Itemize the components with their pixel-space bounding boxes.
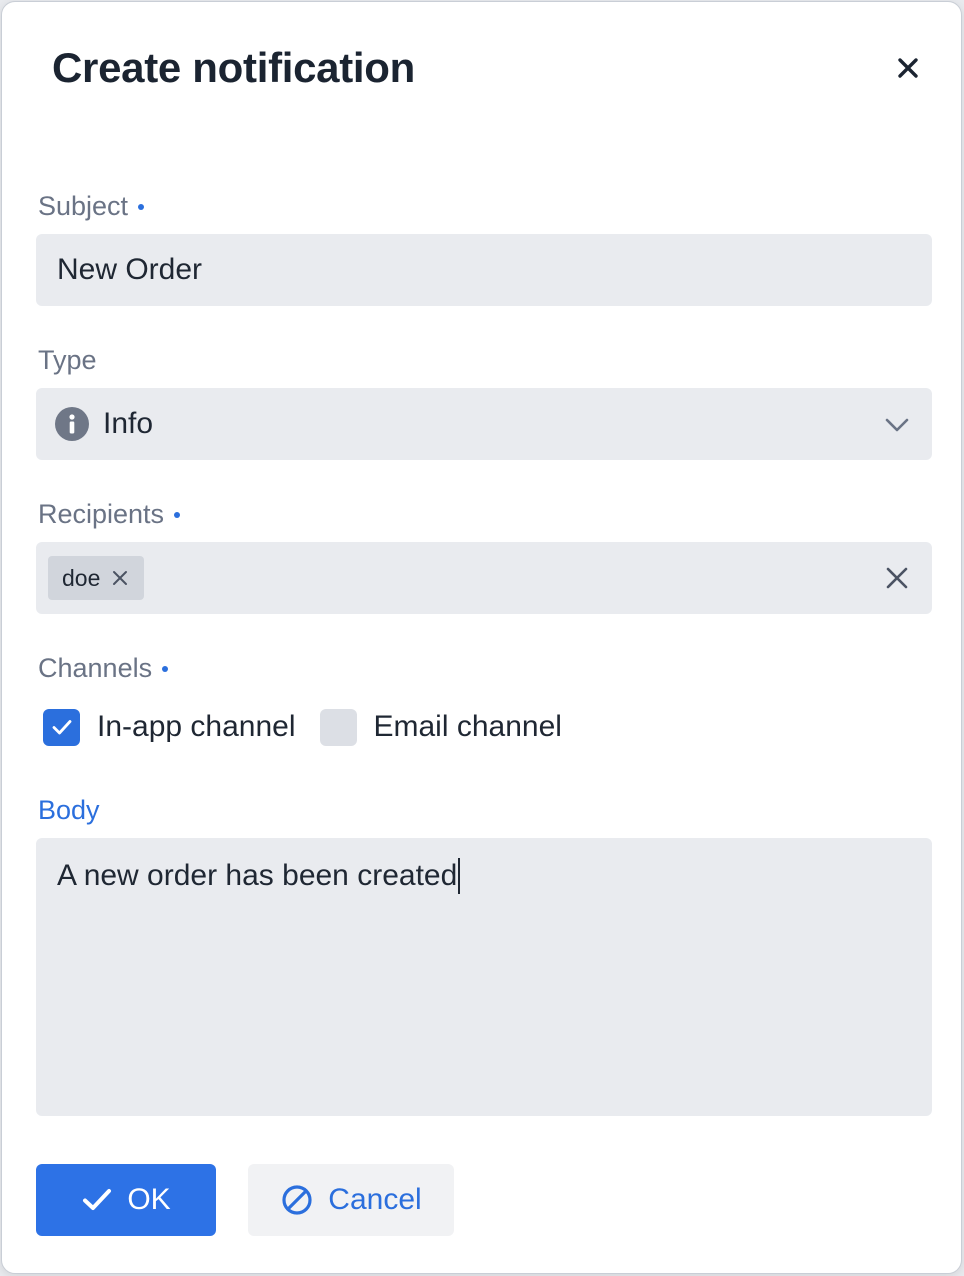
- subject-label-text: Subject: [38, 191, 129, 221]
- subject-label: Subject: [38, 189, 145, 223]
- recipients-input[interactable]: doe: [36, 542, 932, 614]
- info-circle-icon: [55, 407, 89, 441]
- body-textarea-content: A new order has been created: [57, 856, 461, 896]
- text-caret: [458, 858, 461, 894]
- required-indicator: [162, 666, 169, 672]
- body-textarea[interactable]: A new order has been created: [36, 838, 932, 1116]
- close-icon: [898, 58, 918, 78]
- body-label: Body: [38, 793, 100, 827]
- subject-input-value: New Order: [57, 253, 203, 286]
- ok-button-label: OK: [127, 1183, 171, 1216]
- subject-input[interactable]: New Order: [36, 234, 932, 306]
- recipient-tag: doe: [48, 556, 145, 600]
- in-app-channel-label[interactable]: In-app channel: [97, 710, 296, 744]
- cancel-button[interactable]: Cancel: [248, 1164, 454, 1236]
- type-label-text: Type: [38, 345, 97, 375]
- email-channel-checkbox[interactable]: [319, 708, 357, 746]
- cancel-button-label: Cancel: [328, 1183, 422, 1216]
- type-selected-value: Info: [103, 407, 154, 440]
- required-indicator: [174, 512, 181, 518]
- body-text-value: A new order has been created: [57, 859, 458, 892]
- check-icon: [81, 1184, 113, 1216]
- tag-remove-icon: [113, 571, 128, 585]
- tag-remove-button[interactable]: [110, 568, 130, 588]
- body-label-text: Body: [38, 795, 100, 825]
- ban-icon: [280, 1183, 314, 1217]
- recipients-label-text: Recipients: [38, 499, 165, 529]
- required-indicator: [138, 204, 145, 210]
- email-channel-label[interactable]: Email channel: [374, 710, 562, 744]
- recipient-tag-label: doe: [62, 564, 101, 591]
- channels-label-text: Channels: [38, 653, 153, 683]
- channels-group: In-app channel Email channel: [43, 707, 586, 747]
- in-app-channel-checkbox[interactable]: [43, 708, 80, 746]
- check-icon: [52, 720, 71, 735]
- channels-label: Channels: [38, 651, 169, 685]
- chevron-down-icon[interactable]: [882, 410, 912, 440]
- dialog-title: Create notification: [52, 44, 416, 91]
- type-label: Type: [38, 343, 97, 377]
- close-button[interactable]: [888, 48, 928, 88]
- recipients-label: Recipients: [38, 497, 181, 531]
- ok-button[interactable]: OK: [36, 1164, 216, 1236]
- type-select[interactable]: Info: [36, 388, 932, 460]
- clear-icon[interactable]: [884, 565, 910, 591]
- create-notification-dialog: Create notification Subject New Order Ty…: [1, 1, 962, 1274]
